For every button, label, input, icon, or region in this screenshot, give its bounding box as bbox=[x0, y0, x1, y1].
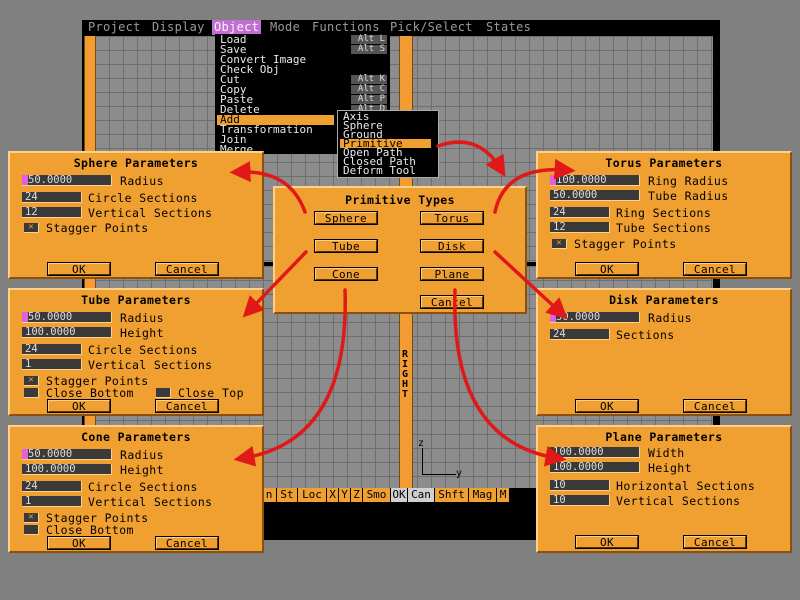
arrow-to-disk bbox=[493, 250, 568, 320]
annotation-arrows bbox=[229, 140, 576, 467]
arrow-to-sphere bbox=[229, 161, 307, 214]
arrow-to-plane bbox=[453, 288, 567, 467]
arrow-primitive-to-types bbox=[436, 140, 506, 177]
arrow-to-tube bbox=[242, 250, 308, 318]
arrow-to-cone bbox=[233, 288, 347, 467]
arrow-to-torus bbox=[493, 158, 576, 214]
